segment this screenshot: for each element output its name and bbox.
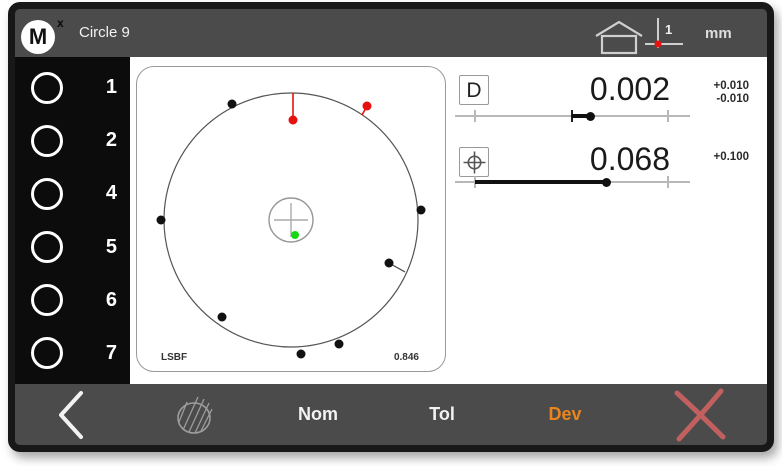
circle-feature-icon (31, 125, 63, 157)
form-error-value: 0.846 (394, 352, 419, 363)
feature-number: 6 (106, 289, 117, 312)
units-indicator[interactable]: mm (705, 25, 732, 42)
tolerance-upper: +0.010 (705, 80, 749, 93)
feature-number: 7 (106, 342, 117, 365)
tab-tolerance[interactable]: Tol (407, 384, 477, 445)
app-logo-button[interactable]: M x (21, 16, 73, 56)
app-logo-icon: M (21, 20, 55, 54)
circle-feature-icon (31, 231, 63, 263)
home-icon[interactable] (594, 19, 644, 55)
circle-feature-icon (31, 72, 63, 104)
form-plot-card[interactable]: LSBF 0.846 (136, 66, 446, 372)
hatched-circle-icon[interactable] (171, 392, 217, 436)
diameter-value: 0.002 (490, 73, 670, 105)
tolerance-bar-value-dot (602, 178, 611, 187)
sidebar-item-feature-5[interactable]: 5 (15, 231, 130, 263)
sidebar-item-feature-1[interactable]: 1 (15, 72, 130, 104)
diameter-tolerance-limits: +0.010 -0.010 (705, 80, 749, 106)
bottom-bar: Nom Tol Dev (15, 384, 767, 445)
back-chevron-icon[interactable] (55, 389, 85, 441)
circle-feature-icon (31, 284, 63, 316)
position-icon (461, 149, 488, 176)
tolerance-bar-fill (475, 180, 606, 184)
feature-number: 2 (106, 129, 117, 152)
circle-feature-icon (31, 337, 63, 369)
fit-algorithm-label: LSBF (161, 352, 187, 363)
tolerance-lower: -0.010 (705, 93, 749, 106)
position-tolerance-bar (455, 175, 690, 189)
feature-sidebar: 1 2 4 5 6 7 (15, 57, 130, 384)
app-logo-superscript: x (57, 16, 64, 30)
diameter-symbol: D (466, 80, 481, 101)
feature-number: 1 (106, 76, 117, 99)
device-frame: M x Circle 9 1 mm 1 2 4 (8, 2, 774, 452)
position-value: 0.068 (490, 143, 670, 175)
tolerance-upper: +0.100 (705, 151, 749, 164)
page-title: Circle 9 (79, 9, 130, 57)
position-tolerance-limits: +0.100 (705, 151, 749, 164)
feature-number: 5 (106, 236, 117, 259)
diameter-symbol-box: D (459, 75, 489, 105)
feature-number: 4 (106, 182, 117, 205)
axis-number-label: 1 (665, 22, 672, 37)
sidebar-item-feature-6[interactable]: 6 (15, 284, 130, 316)
sidebar-item-feature-7[interactable]: 7 (15, 337, 130, 369)
tolerance-bar-max-tick (667, 176, 669, 188)
circle-form-plot (137, 67, 444, 370)
tab-deviation-active[interactable]: Dev (530, 384, 600, 445)
cancel-x-icon[interactable] (670, 388, 730, 442)
tab-nominal[interactable]: Nom (283, 384, 353, 445)
tolerance-bar-max-tick (667, 110, 669, 122)
diameter-tolerance-bar (455, 109, 690, 123)
sidebar-item-feature-4[interactable]: 4 (15, 178, 130, 210)
circle-feature-icon (31, 178, 63, 210)
main-panel: LSBF 0.846 D 0.002 +0.010 -0.010 (130, 57, 767, 384)
tolerance-bar-value-dot (586, 112, 595, 121)
top-bar: M x Circle 9 1 mm (15, 9, 767, 57)
tolerance-bar-min-tick (474, 110, 476, 122)
sidebar-item-feature-2[interactable]: 2 (15, 125, 130, 157)
position-symbol-box (459, 147, 489, 177)
